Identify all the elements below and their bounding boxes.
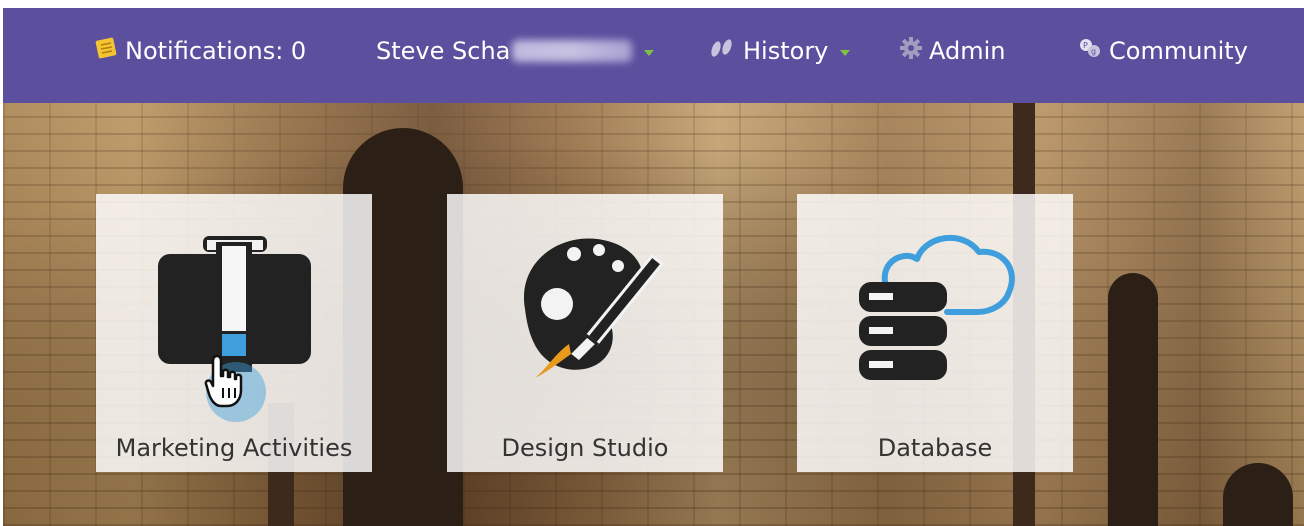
community-button[interactable]: P g Community bbox=[1077, 34, 1248, 68]
app-frame: Notifications: 0 Steve Scha History Admi… bbox=[3, 8, 1304, 526]
admin-label: Admin bbox=[929, 37, 1006, 65]
footprints-icon bbox=[707, 37, 737, 65]
design-studio-tile[interactable]: Design Studio bbox=[447, 194, 723, 472]
user-menu-button[interactable]: Steve Scha bbox=[376, 34, 655, 68]
gear-icon bbox=[899, 36, 923, 66]
notifications-label: Notifications: 0 bbox=[125, 37, 307, 65]
tile-label: Marketing Activities bbox=[115, 434, 353, 462]
database-tile[interactable]: Database bbox=[797, 194, 1073, 472]
notepad-icon bbox=[93, 36, 119, 66]
database-cloud-icon bbox=[859, 234, 1015, 380]
paint-palette-icon bbox=[523, 238, 665, 378]
redacted-name bbox=[512, 40, 633, 62]
svg-text:g: g bbox=[1091, 47, 1096, 56]
tile-label: Design Studio bbox=[501, 434, 669, 462]
chevron-down-icon bbox=[840, 50, 851, 56]
marketing-activities-tile[interactable]: Marketing Activities bbox=[96, 194, 372, 472]
notifications-button[interactable]: Notifications: 0 bbox=[93, 34, 306, 68]
history-menu-button[interactable]: History bbox=[707, 34, 851, 68]
window-arch bbox=[1108, 273, 1158, 526]
user-name-label: Steve Scha bbox=[376, 37, 511, 65]
community-icon: P g bbox=[1077, 36, 1103, 66]
admin-button[interactable]: Admin bbox=[899, 34, 1006, 68]
svg-text:P: P bbox=[1083, 41, 1088, 50]
briefcase-icon bbox=[158, 236, 311, 422]
window-arch bbox=[1223, 463, 1293, 526]
chevron-down-icon bbox=[644, 50, 655, 56]
tile-label: Database bbox=[877, 434, 993, 462]
community-label: Community bbox=[1109, 37, 1248, 65]
history-label: History bbox=[743, 37, 829, 65]
top-nav-bar: Notifications: 0 Steve Scha History Admi… bbox=[3, 8, 1304, 103]
hand-cursor-icon bbox=[204, 354, 243, 408]
